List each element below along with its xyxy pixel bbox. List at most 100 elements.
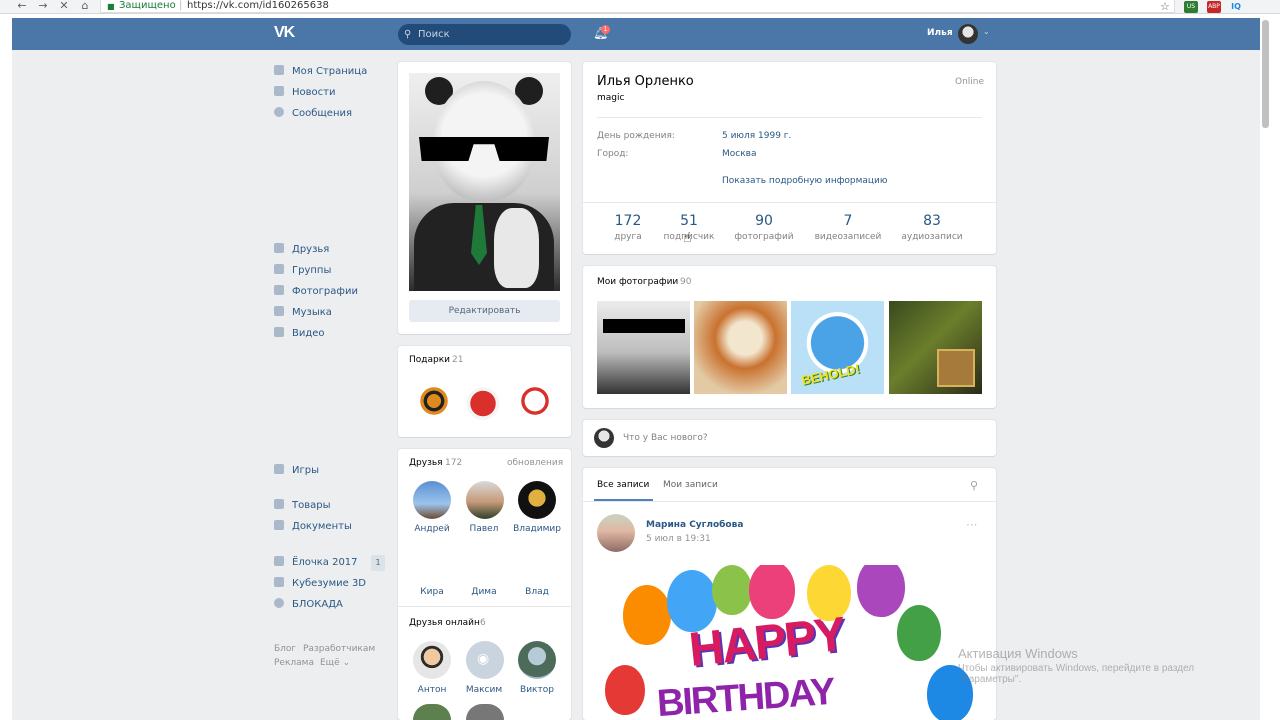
friend-name[interactable]: Антон — [404, 685, 460, 695]
tab-all-posts[interactable]: Все записи — [597, 480, 649, 490]
photo-thumbnail[interactable] — [597, 301, 690, 394]
home-icon[interactable]: ⌂ — [79, 0, 91, 12]
photos-title[interactable]: Мои фотографии — [597, 277, 678, 287]
friends-title[interactable]: Друзья — [409, 458, 443, 468]
menu-documents[interactable]: Документы — [274, 520, 352, 534]
stop-icon[interactable]: ✕ — [58, 0, 70, 12]
header-avatar[interactable] — [958, 24, 978, 44]
birthday-label: День рождения: — [597, 131, 675, 141]
menu-music[interactable]: Музыка — [274, 306, 332, 320]
friend-avatar[interactable] — [413, 641, 451, 679]
friend-avatar[interactable] — [466, 481, 504, 519]
friend-name[interactable]: Дима — [456, 587, 512, 597]
menu-label: Друзья — [292, 244, 330, 255]
menu-photos[interactable]: Фотографии — [274, 285, 358, 299]
composer-placeholder[interactable]: Что у Вас нового? — [623, 433, 708, 443]
stat-count[interactable]: 83 — [892, 213, 972, 229]
friend-name[interactable]: Владимир — [509, 524, 565, 534]
friend-avatar[interactable] — [413, 481, 451, 519]
menu-goods[interactable]: Товары — [274, 499, 331, 513]
toy-bear — [494, 208, 539, 288]
photo-thumbnail[interactable] — [694, 301, 787, 394]
balloon — [749, 565, 795, 619]
menu-app-blokada[interactable]: БЛОКАДА — [274, 598, 343, 612]
stat-label[interactable]: фотографий — [724, 232, 804, 242]
menu-label: Игры — [292, 465, 319, 476]
search-input[interactable]: ⚲ Поиск — [398, 24, 571, 45]
balloon — [623, 585, 671, 645]
post-author-name[interactable]: Марина Суглобова — [646, 520, 743, 530]
friend-name[interactable]: Павел — [456, 524, 512, 534]
extension-us-icon[interactable]: US — [1184, 1, 1198, 13]
gift-candy[interactable] — [512, 376, 558, 426]
wall-search-icon[interactable]: ⚲ — [970, 479, 978, 492]
stat-count[interactable]: 90 — [724, 213, 804, 229]
friends-online-count: 6 — [480, 618, 486, 628]
friend-avatar[interactable] — [518, 641, 556, 679]
profile-status[interactable]: magic — [597, 93, 624, 103]
friend-name[interactable]: Максим — [456, 685, 512, 695]
gifts-title[interactable]: Подарки — [409, 355, 450, 365]
menu-groups[interactable]: Группы — [274, 264, 331, 278]
header-user-name[interactable]: Илья — [927, 28, 953, 38]
stat-count[interactable]: 7 — [808, 213, 888, 229]
edit-profile-button[interactable]: Редактировать — [409, 300, 560, 322]
footer-dev-link[interactable]: Разработчикам — [303, 644, 375, 654]
stat-count[interactable]: 51 — [649, 213, 729, 229]
menu-app-elochka[interactable]: Ёлочка 2017 — [274, 556, 358, 570]
forward-icon[interactable]: → — [37, 0, 49, 12]
menu-app-kubezumie[interactable]: Кубезумие 3D — [274, 577, 366, 591]
footer-blog-link[interactable]: Блог — [274, 644, 296, 654]
profile-avatar-image[interactable] — [409, 73, 560, 291]
vk-logo[interactable]: VK — [274, 24, 295, 42]
friend-name[interactable]: Андрей — [404, 524, 460, 534]
address-bar[interactable]: ■ Защищено | https://vk.com/id160265638 — [100, 0, 1175, 13]
post-image[interactable]: HAPPY BIRTHDAY — [597, 565, 982, 720]
friend-name[interactable]: Виктор — [509, 685, 565, 695]
adblock-icon[interactable]: ABP — [1207, 1, 1221, 13]
birthday-value[interactable]: 5 июля 1999 г. — [722, 131, 791, 141]
url-text: https://vk.com/id160265638 — [187, 0, 329, 11]
friends-updates-link[interactable]: обновления — [507, 458, 563, 468]
bookmark-star-icon[interactable]: ☆ — [1160, 0, 1170, 13]
chevron-down-icon[interactable]: ⌄ — [983, 27, 990, 36]
menu-friends[interactable]: Друзья — [274, 243, 329, 257]
friends-online-title[interactable]: Друзья онлайн — [409, 618, 480, 628]
menu-label: Документы — [292, 521, 352, 532]
watermark-line1: Чтобы активировать Windows, перейдите в … — [958, 663, 1195, 674]
friend-name[interactable]: Влад — [509, 587, 565, 597]
extension-iq-icon[interactable]: IQ — [1229, 1, 1243, 13]
online-indicator: Online — [955, 77, 985, 87]
post-menu-icon[interactable]: ··· — [966, 518, 977, 532]
address-separator: | — [179, 0, 183, 11]
city-value[interactable]: Москва — [722, 149, 756, 159]
friend-avatar[interactable] — [518, 481, 556, 519]
notifications-badge: 1 — [601, 25, 610, 34]
show-details-link[interactable]: Показать подробную информацию — [722, 176, 887, 186]
divider — [583, 501, 996, 502]
post-time[interactable]: 5 июл в 19:31 — [646, 534, 711, 544]
secure-label: Защищено — [119, 0, 176, 11]
menu-label: Товары — [292, 500, 331, 511]
scrollbar-thumb[interactable] — [1262, 20, 1269, 128]
menu-video[interactable]: Видео — [274, 327, 325, 341]
stat-label[interactable]: видеозаписей — [808, 232, 888, 242]
gift-santa[interactable] — [460, 376, 506, 426]
menu-news[interactable]: Новости — [274, 86, 335, 100]
friend-name[interactable]: Кира — [404, 587, 460, 597]
tab-my-posts[interactable]: Мои записи — [663, 480, 718, 490]
footer-ads-link[interactable]: Реклама — [274, 658, 314, 668]
footer-more-link[interactable]: Ещё ⌄ — [320, 658, 350, 668]
menu-label: Фотографии — [292, 286, 358, 297]
photo-thumbnail[interactable] — [889, 301, 982, 394]
post-author-avatar[interactable] — [597, 514, 635, 552]
stat-label[interactable]: аудиозаписи — [892, 232, 972, 242]
back-icon[interactable]: ← — [16, 0, 28, 12]
menu-messages[interactable]: Сообщения — [274, 107, 352, 121]
menu-games[interactable]: Игры — [274, 464, 319, 478]
photo-thumbnail[interactable]: BEHOLD! — [791, 301, 884, 394]
lock-icon: ■ — [107, 2, 115, 11]
menu-my-page[interactable]: Моя Страница — [274, 65, 367, 79]
friend-avatar-placeholder[interactable]: ◉ — [466, 641, 504, 679]
gift-ribbon[interactable] — [411, 376, 457, 426]
